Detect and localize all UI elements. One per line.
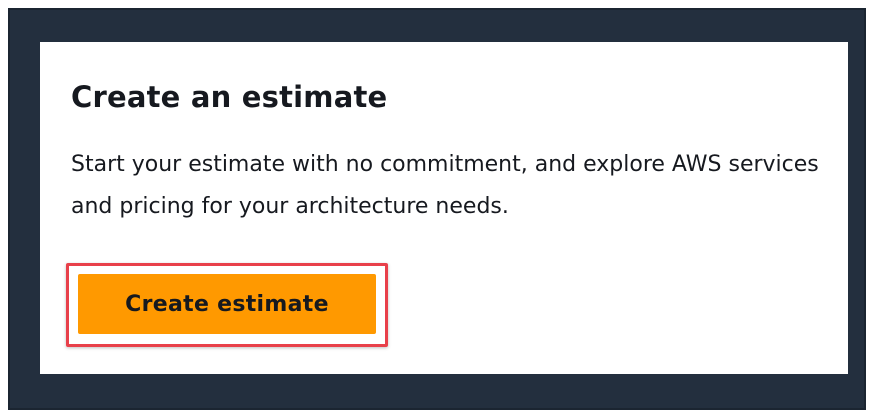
page-frame: Create an estimate Start your estimate w…	[8, 8, 866, 410]
card-title: Create an estimate	[71, 80, 388, 114]
card-description: Start your estimate with no commitment, …	[71, 152, 819, 219]
create-estimate-card: Create an estimate Start your estimate w…	[40, 42, 848, 374]
create-estimate-button[interactable]: Create estimate	[78, 274, 376, 334]
